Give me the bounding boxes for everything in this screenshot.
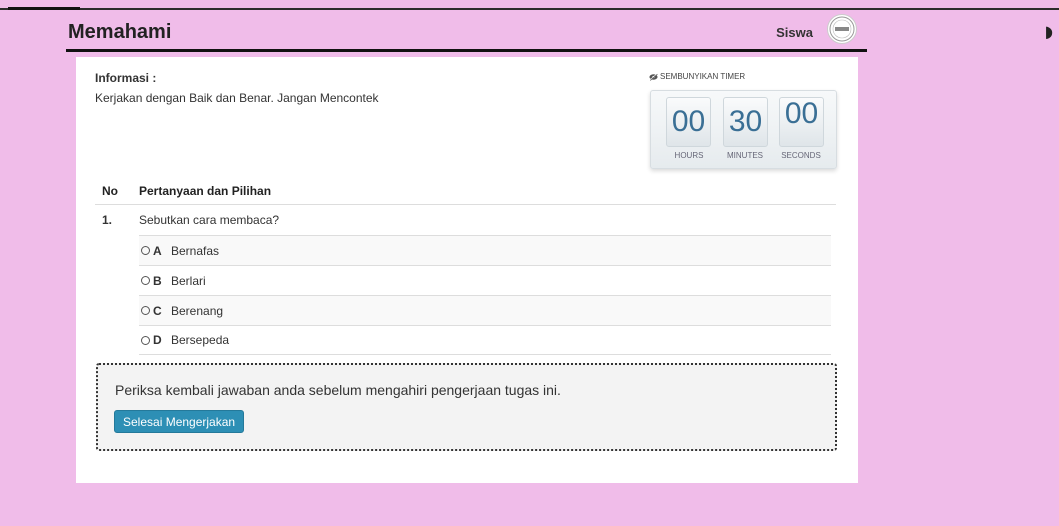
questions-table-header: No Pertanyaan dan Pilihan — [95, 183, 836, 205]
timer-minutes-block: 30 — [723, 97, 768, 147]
countdown-timer: 00 30 00 HOURS MINUTES SECONDS — [650, 90, 837, 169]
option-letter: D — [153, 333, 162, 347]
radio-option-b[interactable] — [141, 276, 150, 285]
option-c[interactable]: C Berenang — [139, 295, 831, 325]
exam-card: Informasi : Kerjakan dengan Baik dan Ben… — [76, 57, 858, 483]
submit-notice: Periksa kembali jawaban anda sebelum men… — [96, 363, 837, 451]
avatar-logo-icon — [829, 16, 855, 42]
hide-timer-label: SEMBUNYIKAN TIMER — [660, 72, 746, 81]
timer-seconds-block: 00 — [779, 97, 824, 147]
eye-slash-icon — [649, 72, 658, 81]
timer-hours-block: 00 — [666, 97, 711, 147]
option-text: Berenang — [171, 303, 224, 318]
radio-option-c[interactable] — [141, 306, 150, 315]
option-letter: A — [153, 243, 162, 258]
page-header: Memahami Siswa — [66, 10, 867, 52]
timer-hours: 00 — [671, 105, 706, 138]
radio-option-d[interactable] — [141, 335, 150, 345]
question-text: Sebutkan cara membaca? — [139, 213, 280, 227]
option-text: Bersepeda — [171, 333, 230, 347]
loading-spinner-icon: ◗ — [1044, 22, 1053, 41]
avatar[interactable] — [827, 14, 857, 44]
hide-timer-toggle[interactable]: SEMBUNYIKAN TIMER — [649, 72, 745, 81]
timer-seconds: 00 — [784, 97, 819, 130]
info-title: Informasi : — [95, 71, 157, 85]
question-number: 1. — [102, 213, 113, 227]
option-d[interactable]: D Bersepeda — [139, 325, 831, 355]
column-header-question: Pertanyaan dan Pilihan — [139, 184, 272, 198]
timer-minutes-label: MINUTES — [727, 151, 763, 160]
option-letter: B — [153, 273, 162, 288]
option-b[interactable]: B Berlari — [139, 265, 831, 295]
option-text: Berlari — [171, 273, 206, 288]
option-text: Bernafas — [171, 243, 220, 258]
info-text: Kerjakan dengan Baik dan Benar. Jangan M… — [95, 91, 379, 105]
timer-minutes: 30 — [728, 105, 763, 138]
timer-seconds-label: SECONDS — [781, 151, 821, 160]
user-name[interactable]: Siswa — [776, 25, 813, 40]
option-letter: C — [153, 303, 162, 318]
column-header-no: No — [102, 184, 118, 198]
notice-text: Periksa kembali jawaban anda sebelum men… — [115, 382, 561, 398]
option-a[interactable]: A Bernafas — [139, 235, 831, 265]
timer-hours-label: HOURS — [674, 151, 704, 160]
finish-button[interactable]: Selesai Mengerjakan — [114, 410, 245, 433]
page-title: Memahami — [68, 21, 172, 43]
radio-option-a[interactable] — [141, 246, 150, 255]
